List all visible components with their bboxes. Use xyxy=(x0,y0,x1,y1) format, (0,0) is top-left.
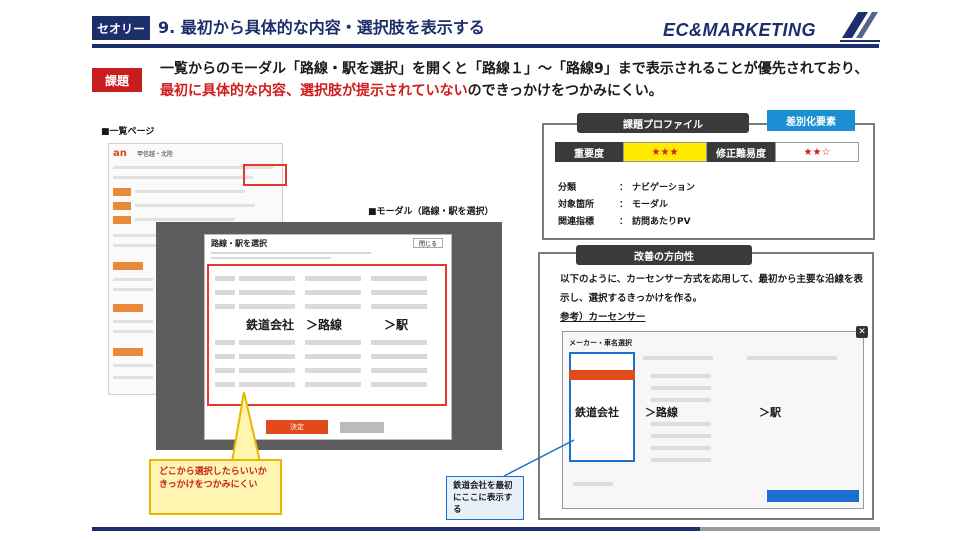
issue-text-before: 一覧からのモーダル「路線・駅を選択」を開くと「路線１」〜「路線9」まで表示される… xyxy=(160,61,869,77)
carsensor-screenshot: メーカー・車名選択 鉄道会社 ＞路線 ＞駅 xyxy=(562,331,864,509)
list-brand-region: 甲信越・北陸 xyxy=(137,151,174,158)
reference-label: 参考）カーセンサー xyxy=(560,312,646,323)
modal-title: 路線・駅を選択 xyxy=(211,239,267,248)
footer-rule-accent xyxy=(700,527,880,531)
profile-key-target: 対象箇所 xyxy=(558,200,595,210)
profile-value-category: ナビゲーション xyxy=(632,183,695,193)
differentiation-badge: 差別化要素 xyxy=(767,110,855,131)
profile-value-target: モーダル xyxy=(632,200,669,210)
improvement-text: 以下のように、カーセンサー方式を応用して、最初から主要な沿線を表示し、選択するき… xyxy=(560,274,863,304)
importance-value: ★★★ xyxy=(623,142,707,162)
improvement-heading: 改善の方向性 xyxy=(576,245,752,265)
carsensor-selected-row xyxy=(569,370,635,380)
issue-callout: どこから選択したらいいかきっかけをつかみにくい xyxy=(149,459,282,515)
list-page-label: ■一覧ページ xyxy=(101,127,155,137)
close-icon[interactable]: ✕ xyxy=(856,326,868,338)
modal-hint-station: ＞駅 xyxy=(384,318,409,332)
issue-text-emphasis: 最初に具体的な内容、選択肢が提示されていない xyxy=(160,83,468,99)
modal-close-button[interactable]: 閉じる xyxy=(413,238,443,248)
list-highlight xyxy=(243,164,287,186)
carsensor-title: メーカー・車名選択 xyxy=(569,339,632,347)
modal-clear-button[interactable] xyxy=(340,422,384,433)
importance-label: 重要度 xyxy=(555,142,623,162)
profile-key-category: 分類 xyxy=(558,183,577,193)
modal-highlight xyxy=(207,264,447,406)
modal-label: ■モーダル（路線・駅を選択） xyxy=(368,207,494,217)
profile-heading: 課題プロファイル xyxy=(577,113,749,133)
modal-hint-rail: 鉄道会社 xyxy=(246,318,295,332)
logo-mark-icon xyxy=(840,12,880,42)
modal-hint-line: ＞路線 xyxy=(306,318,343,332)
page-title: 9. 最初から具体的な内容・選択肢を表示する xyxy=(158,18,485,37)
carsensor-hint-rail: 鉄道会社 xyxy=(575,406,619,419)
brand-logo: EC&MARKETING xyxy=(663,20,816,40)
profile-key-metric: 関連指標 xyxy=(558,217,595,227)
profile-value-metric: 訪問あたりPV xyxy=(632,217,691,227)
list-brand: an xyxy=(113,148,127,159)
header-rule xyxy=(92,44,879,48)
carsensor-hint-line: ＞路線 xyxy=(645,406,678,419)
issue-text-after: のできっかけをつかみにくい。 xyxy=(467,83,663,99)
callout-pointer-icon xyxy=(230,392,262,462)
difficulty-value: ★★☆ xyxy=(775,142,859,162)
issue-badge: 課題 xyxy=(92,68,142,92)
carsensor-hint-station: ＞駅 xyxy=(759,406,781,419)
callout-arrow-icon xyxy=(503,439,575,477)
difficulty-label: 修正難易度 xyxy=(707,142,775,162)
carsensor-search-button[interactable] xyxy=(767,490,859,502)
issue-text: 一覧からのモーダル「路線・駅を選択」を開くと「路線１」〜「路線9」まで表示される… xyxy=(160,58,880,102)
theory-badge: セオリー xyxy=(92,16,150,40)
solution-callout: 鉄道会社を最初にここに表示する xyxy=(446,476,524,520)
